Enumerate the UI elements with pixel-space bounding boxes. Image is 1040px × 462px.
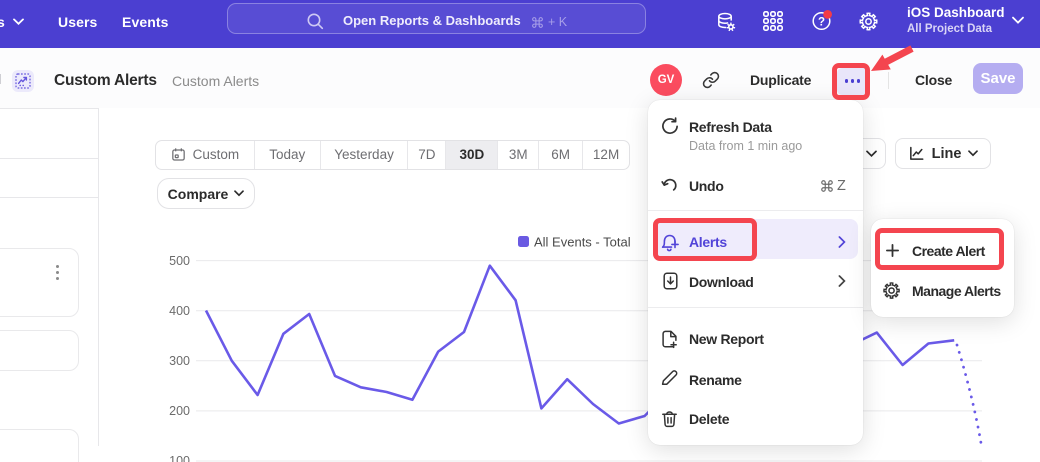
svg-text:100: 100 [169,454,190,462]
svg-text:200: 200 [169,404,190,418]
svg-text:400: 400 [169,304,190,318]
svg-text:500: 500 [169,254,190,268]
svg-text:?: ? [818,16,825,28]
svg-text:All Events - Total: All Events - Total [534,235,631,250]
svg-text:300: 300 [169,354,190,368]
